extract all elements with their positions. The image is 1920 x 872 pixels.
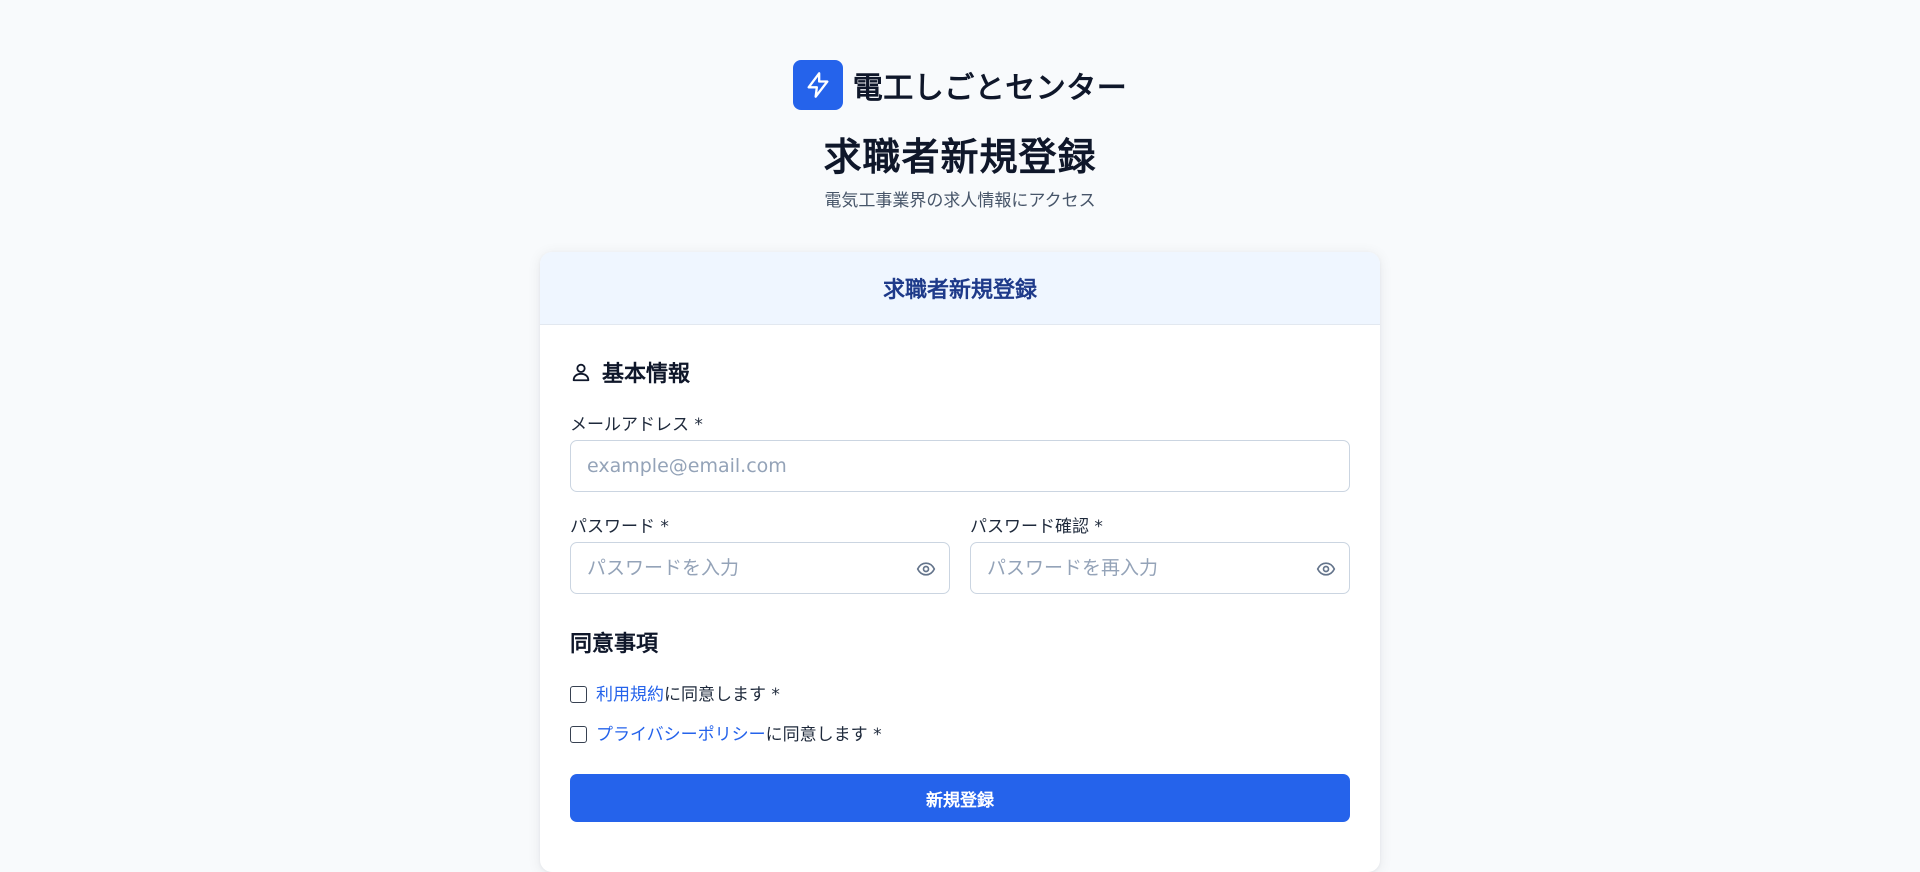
basic-info-heading: 基本情報 xyxy=(570,356,690,388)
privacy-agreement-row: プライバシーポリシーに同意します * xyxy=(570,720,882,745)
agreements-heading-label: 同意事項 xyxy=(570,632,659,657)
agreements-heading: 同意事項 xyxy=(570,626,658,658)
terms-agreement-row: 利用規約に同意します * xyxy=(570,680,780,705)
lightning-bolt-icon xyxy=(807,72,829,98)
password-confirm-field-container xyxy=(970,542,1350,594)
terms-link[interactable]: 利用規約 xyxy=(596,685,664,705)
password-field[interactable] xyxy=(571,543,949,593)
eye-icon xyxy=(916,562,936,576)
email-label: メールアドレス * xyxy=(570,415,703,435)
register-button[interactable]: 新規登録 xyxy=(570,774,1350,822)
user-icon xyxy=(572,363,590,382)
terms-agreement-suffix: に同意します * xyxy=(664,685,780,705)
password-confirm-visibility-toggle[interactable] xyxy=(1315,558,1337,580)
page-title: 求職者新規登録 xyxy=(823,135,1097,179)
registration-card: 求職者新規登録 基本情報 メールアドレス * パスワード * パスワード確認 * xyxy=(540,252,1380,872)
password-confirm-field[interactable] xyxy=(971,543,1349,593)
privacy-policy-link[interactable]: プライバシーポリシー xyxy=(596,725,766,745)
email-field[interactable] xyxy=(571,441,1349,491)
email-field-container xyxy=(570,440,1350,492)
brand-header: 電工しごとセンター xyxy=(0,60,1920,110)
card-header-title: 求職者新規登録 xyxy=(882,278,1037,303)
password-field-container xyxy=(570,542,950,594)
brand-logo xyxy=(792,60,843,110)
password-label: パスワード * xyxy=(570,517,669,537)
privacy-agreement-suffix: に同意します * xyxy=(765,725,882,745)
privacy-agreement-text: プライバシーポリシーに同意します * xyxy=(596,720,882,745)
terms-checkbox[interactable] xyxy=(570,685,587,703)
basic-info-heading-label: 基本情報 xyxy=(602,362,691,387)
eye-icon xyxy=(1316,562,1336,576)
password-visibility-toggle[interactable] xyxy=(915,558,937,580)
brand-name: 電工しごとセンター xyxy=(852,71,1128,106)
page-subtitle: 電気工事業界の求人情報にアクセス xyxy=(824,191,1096,211)
password-confirm-label: パスワード確認 * xyxy=(970,517,1103,537)
privacy-checkbox[interactable] xyxy=(570,725,587,743)
terms-agreement-text: 利用規約に同意します * xyxy=(596,680,780,705)
card-header: 求職者新規登録 xyxy=(540,252,1380,325)
